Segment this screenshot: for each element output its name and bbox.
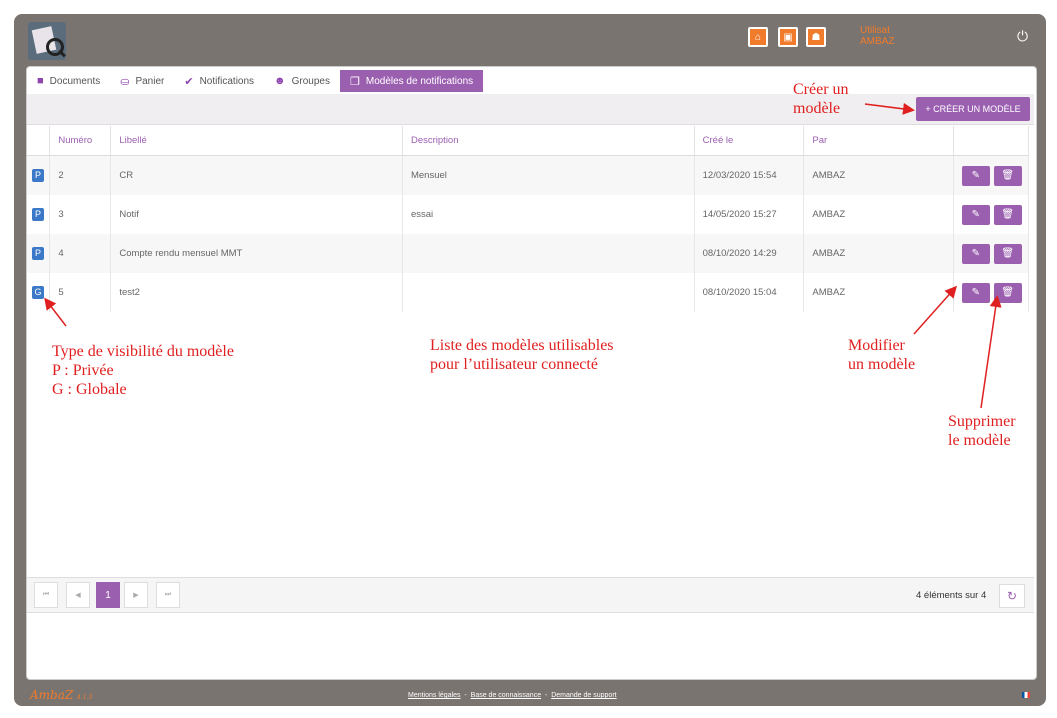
arrow-modify bbox=[913, 285, 957, 335]
annotation-arrows bbox=[44, 102, 1002, 409]
arrow-delete bbox=[980, 295, 1002, 409]
arrow-visibility bbox=[44, 297, 67, 327]
arrow-create bbox=[864, 102, 915, 115]
